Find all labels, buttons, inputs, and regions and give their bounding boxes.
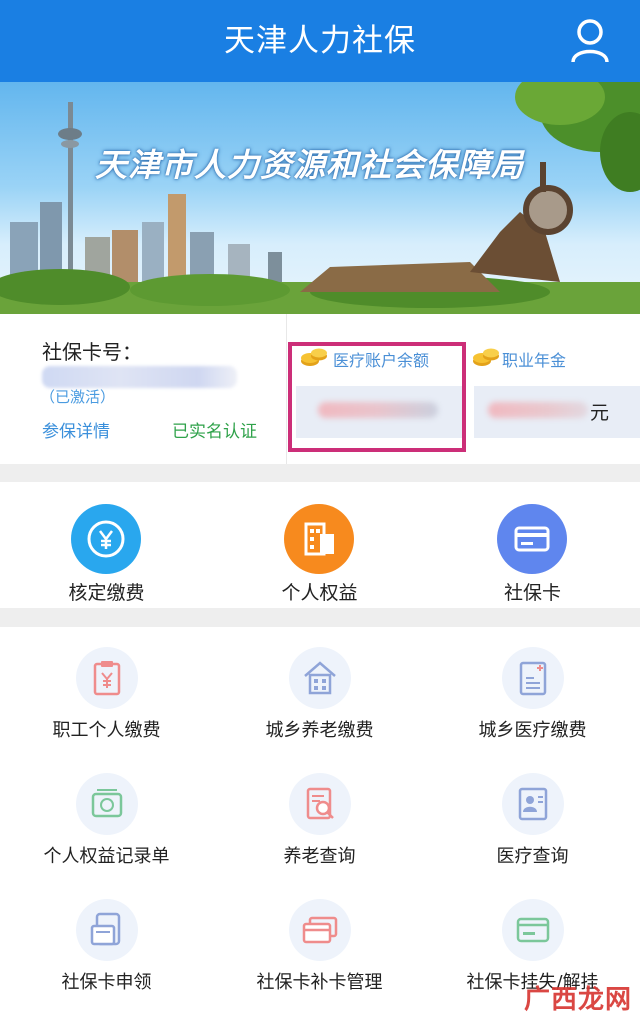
quick-item-label: 社保卡 — [503, 582, 561, 604]
money-record-icon — [76, 773, 138, 835]
quick-item-label: 核定缴费 — [68, 582, 145, 604]
city-skyline-illustration — [0, 82, 640, 314]
quick-item-rights[interactable]: 个人权益 — [213, 482, 426, 608]
verified-status: 已实名认证 — [172, 422, 257, 442]
grid-item-rights-record[interactable]: 个人权益记录单 — [0, 753, 213, 879]
card-lock-icon — [502, 899, 564, 961]
banner-title: 天津市人力资源和社会保障局 — [95, 146, 525, 184]
app-header: 天津人力社保 — [0, 0, 640, 82]
card-info-panel: 社保卡号： （已激活） 参保详情 已实名认证 医疗账户余额 职业年金 元 — [0, 314, 640, 464]
annuity-label[interactable]: 职业年金 — [502, 347, 566, 371]
grid-item-label: 社保卡申领 — [61, 972, 152, 993]
grid-item-label: 医疗查询 — [496, 846, 569, 867]
card-number-masked — [42, 366, 237, 388]
app-title: 天津人力社保 — [224, 23, 416, 59]
card-icon — [497, 504, 567, 574]
quick-item-card[interactable]: 社保卡 — [426, 482, 639, 608]
quick-actions: 核定缴费 个人权益 社保卡 — [0, 482, 640, 608]
grid-item-card-apply[interactable]: 社保卡申领 — [0, 879, 213, 1005]
coins-icon — [473, 348, 499, 366]
service-grid: 职工个人缴费 城乡养老缴费 城乡医疗缴费 个人权益记录单 养老查询 医疗查询 社… — [0, 627, 640, 1020]
grid-item-card-replace[interactable]: 社保卡补卡管理 — [213, 879, 426, 1005]
grid-item-label: 个人权益记录单 — [43, 846, 170, 867]
building-icon — [284, 504, 354, 574]
grid-item-label: 城乡养老缴费 — [265, 720, 374, 741]
user-icon[interactable] — [570, 18, 610, 64]
clipboard-yuan-icon — [76, 647, 138, 709]
insurance-detail-link[interactable]: 参保详情 — [42, 417, 110, 442]
yuan-icon — [71, 504, 141, 574]
grid-item-pension-payment[interactable]: 城乡养老缴费 — [213, 627, 426, 753]
watermark: 广西龙网 — [523, 985, 632, 1015]
house-icon — [289, 647, 351, 709]
grid-item-medical-payment[interactable]: 城乡医疗缴费 — [426, 627, 639, 753]
annuity-unit: 元 — [590, 402, 610, 424]
card-number-label: 社保卡号： — [42, 340, 142, 364]
card-replace-icon — [289, 899, 351, 961]
quick-item-label: 个人权益 — [281, 582, 358, 604]
profile-document-icon — [502, 773, 564, 835]
grid-item-medical-query[interactable]: 医疗查询 — [426, 753, 639, 879]
grid-item-label: 城乡医疗缴费 — [478, 720, 587, 741]
grid-item-label: 职工个人缴费 — [52, 720, 161, 741]
grid-item-label: 社保卡补卡管理 — [256, 972, 383, 993]
highlight-frame — [288, 342, 466, 452]
card-apply-icon — [76, 899, 138, 961]
annuity-masked — [488, 402, 588, 418]
medical-bill-icon — [502, 647, 564, 709]
banner: 天津市人力资源和社会保障局 — [0, 82, 640, 314]
card-status: （已激活） — [40, 388, 116, 406]
divider — [286, 314, 287, 464]
grid-item-label: 养老查询 — [283, 846, 356, 867]
grid-item-pension-query[interactable]: 养老查询 — [213, 753, 426, 879]
document-search-icon — [289, 773, 351, 835]
quick-item-payment[interactable]: 核定缴费 — [0, 482, 213, 608]
grid-item-employee-payment[interactable]: 职工个人缴费 — [0, 627, 213, 753]
